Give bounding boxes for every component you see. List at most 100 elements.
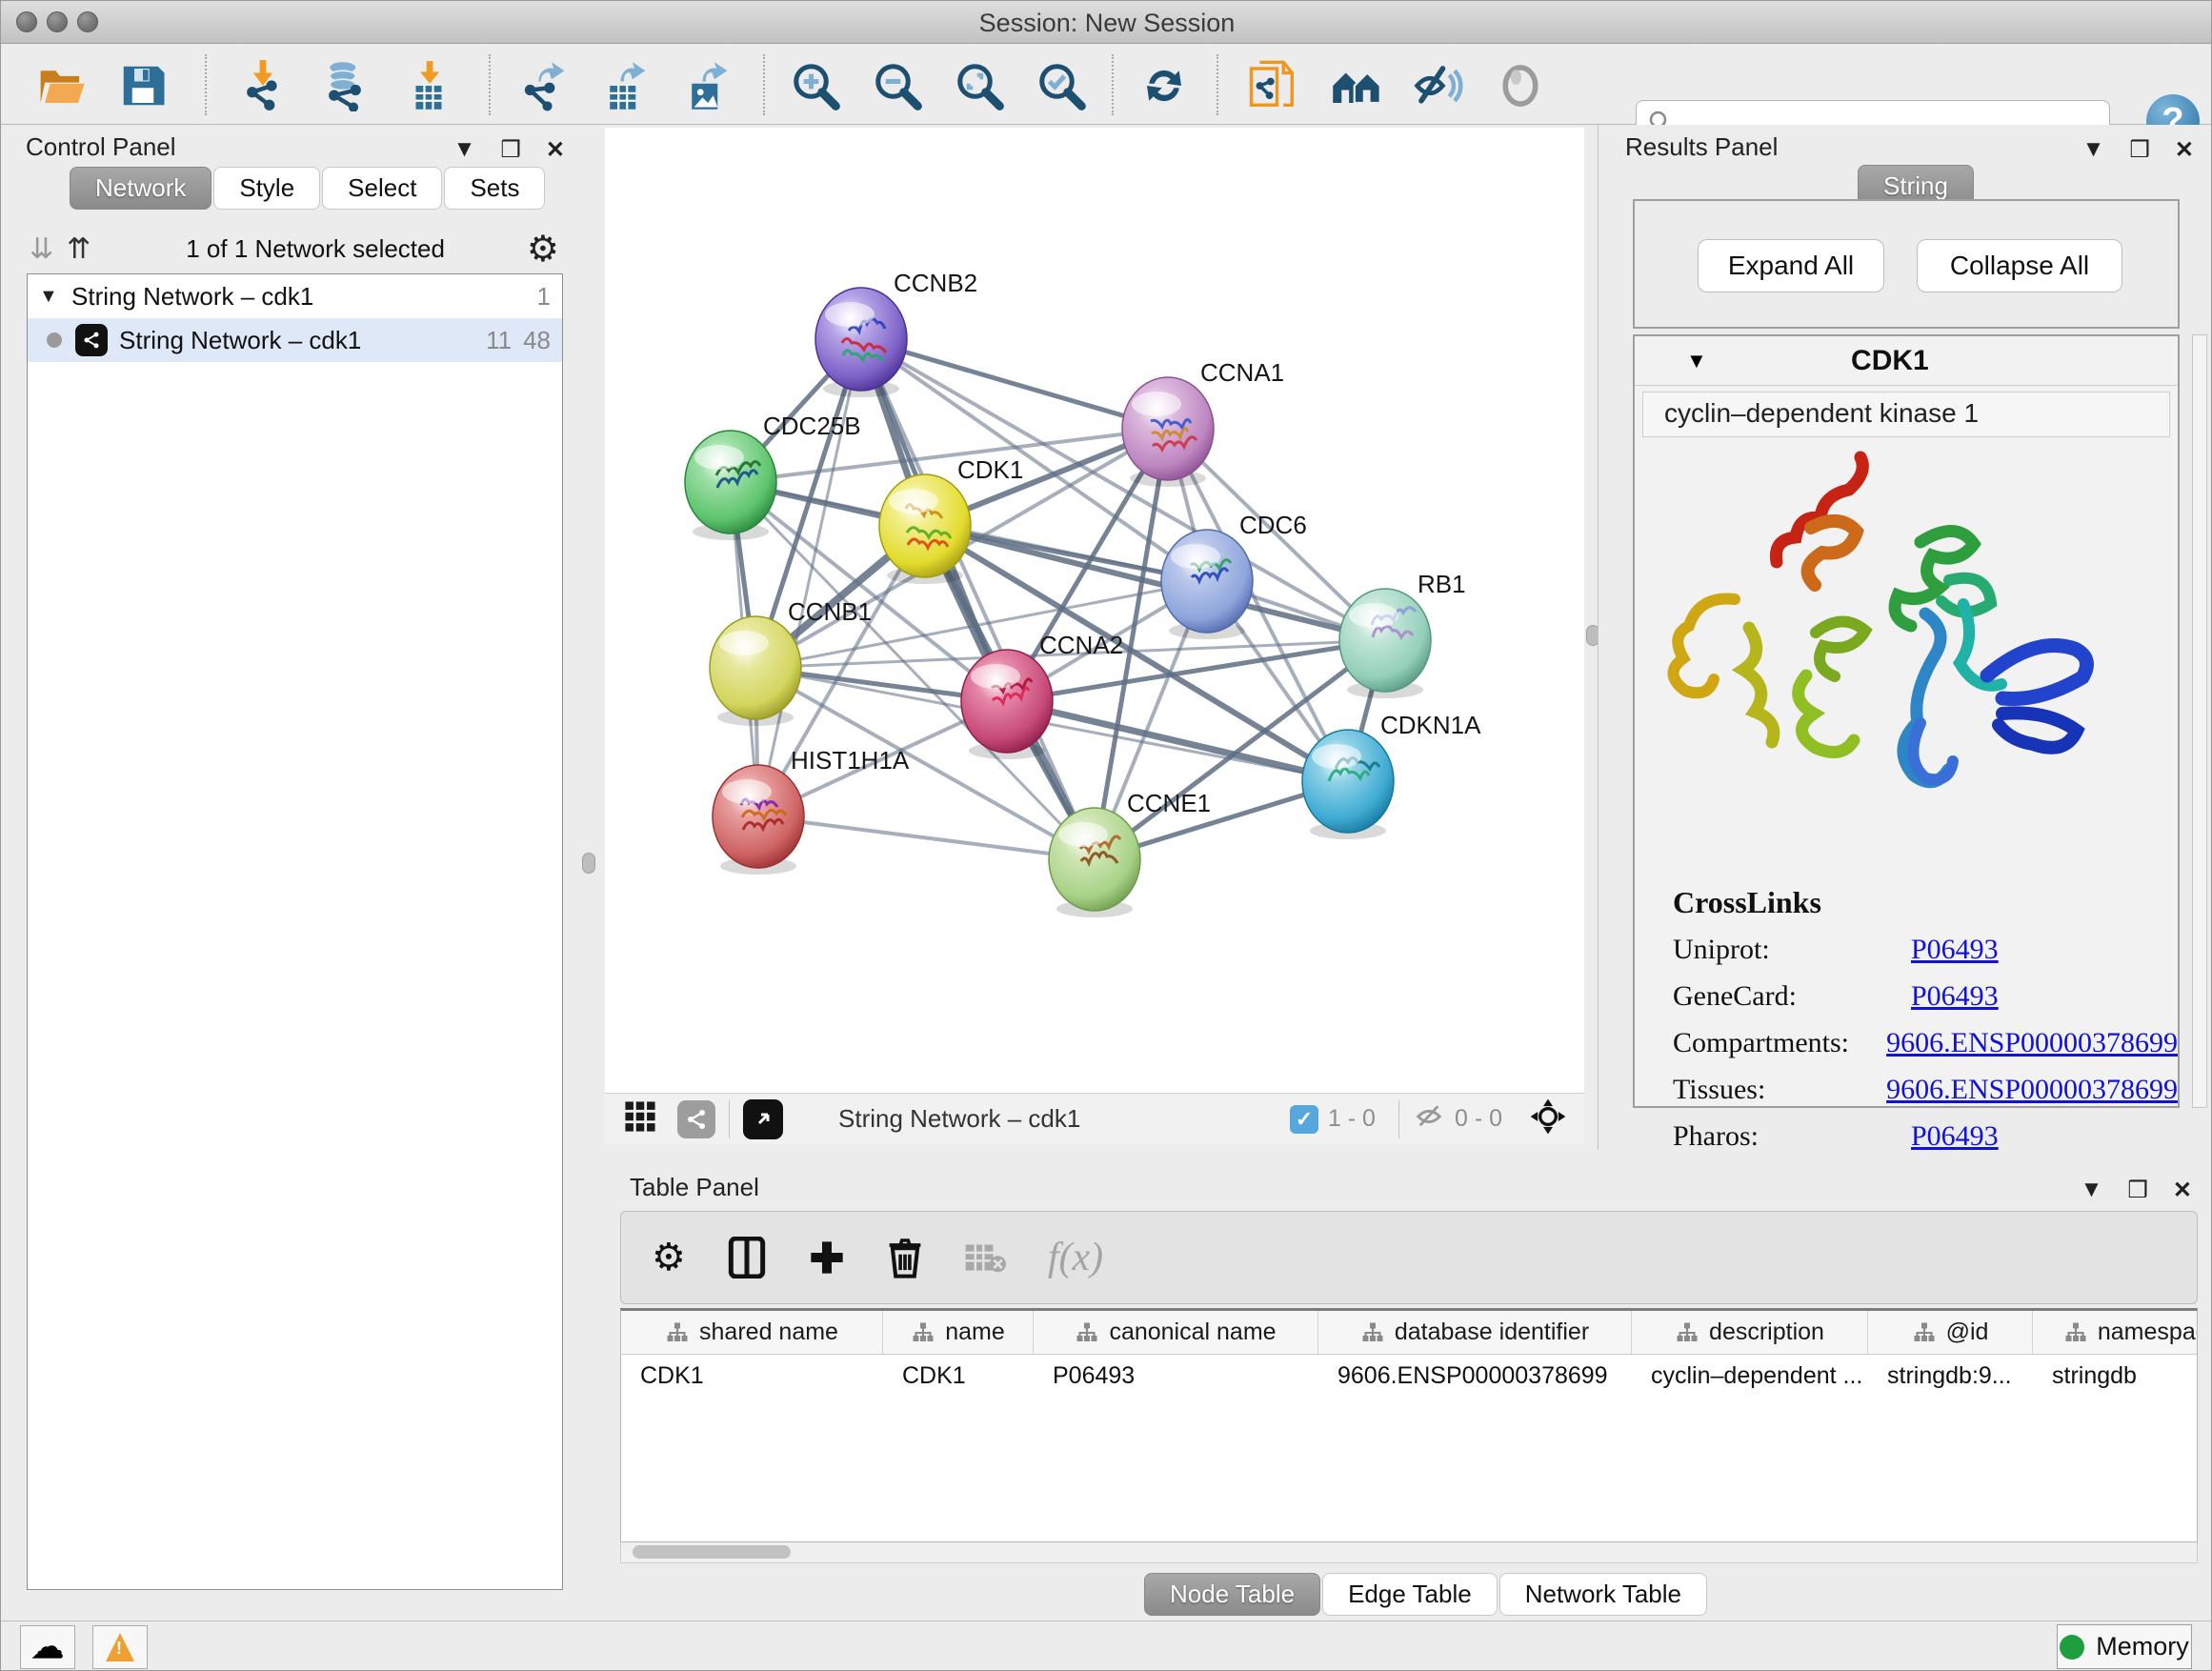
- add-column-icon[interactable]: [808, 1238, 846, 1277]
- network-edge[interactable]: [861, 339, 1095, 859]
- export-table-button[interactable]: [597, 58, 653, 113]
- crosslink-link[interactable]: 9606.ENSP00000378699: [1886, 1074, 2178, 1106]
- table-cell[interactable]: CDK1: [883, 1355, 1034, 1399]
- close-panel-icon[interactable]: ✕: [2173, 1177, 2192, 1204]
- delete-column-trash-icon[interactable]: [888, 1237, 922, 1278]
- float-panel-icon[interactable]: ❒: [2127, 1177, 2148, 1204]
- export-image-button[interactable]: [679, 58, 734, 113]
- crosslink-link[interactable]: P06493: [1911, 980, 1999, 1013]
- network-node[interactable]: CCNA1: [1122, 358, 1284, 487]
- network-row[interactable]: String Network – cdk1 11 48: [28, 318, 562, 362]
- network-edge[interactable]: [1007, 701, 1348, 781]
- tab-edge-table[interactable]: Edge Table: [1322, 1573, 1498, 1616]
- vertical-splitter-handle[interactable]: [582, 853, 595, 874]
- results-scrollbar[interactable]: [2192, 334, 2207, 1108]
- table-header-cell[interactable]: canonical name: [1034, 1311, 1318, 1354]
- network-node[interactable]: CDC25B: [685, 412, 861, 540]
- show-hide-graphic-details-button[interactable]: [1411, 58, 1466, 113]
- table-cell[interactable]: stringdb:9...: [1868, 1355, 2033, 1399]
- network-node[interactable]: CDKN1A: [1302, 711, 1481, 839]
- zoom-out-button[interactable]: [870, 58, 925, 113]
- expand-all-button[interactable]: Expand All: [1698, 239, 1884, 292]
- tab-sets[interactable]: Sets: [444, 167, 545, 210]
- table-row[interactable]: CDK1CDK1P064939606.ENSP00000378699cyclin…: [621, 1355, 2197, 1399]
- table-cell[interactable]: CDK1: [621, 1355, 883, 1399]
- tab-style[interactable]: Style: [213, 167, 320, 210]
- table-header-cell[interactable]: @id: [1868, 1311, 2033, 1354]
- save-session-button[interactable]: [115, 58, 171, 113]
- zoom-in-button[interactable]: [788, 58, 843, 113]
- export-network-button[interactable]: [515, 58, 571, 113]
- collapse-panel-icon[interactable]: ▼: [2082, 136, 2105, 164]
- network-edge[interactable]: [861, 339, 1168, 429]
- close-panel-icon[interactable]: ✕: [546, 136, 565, 164]
- import-table-file-button[interactable]: [401, 58, 456, 113]
- share-document-button[interactable]: [1245, 58, 1300, 113]
- table-horizontal-scrollbar[interactable]: [620, 1542, 2198, 1563]
- collapse-all-icon[interactable]: ⇊: [30, 232, 53, 266]
- collapse-panel-icon[interactable]: ▼: [2081, 1177, 2103, 1204]
- import-network-file-button[interactable]: [235, 58, 291, 113]
- network-graph[interactable]: CCNB2 CCNA1 CDC25B CDK1 CDC6 RB1 CCNB1 C…: [605, 128, 1584, 1093]
- zoom-selected-button[interactable]: [1034, 58, 1089, 113]
- function-builder-icon[interactable]: f(x): [1048, 1235, 1103, 1280]
- disclosure-triangle-icon[interactable]: ▼: [39, 286, 71, 308]
- show-columns-icon[interactable]: [728, 1237, 766, 1278]
- network-node[interactable]: CDK1: [879, 455, 1023, 584]
- import-network-database-button[interactable]: [317, 58, 372, 113]
- node-section-header[interactable]: ▼ CDK1: [1635, 336, 2178, 386]
- scrollbar-thumb[interactable]: [633, 1545, 791, 1559]
- network-node[interactable]: CCNB2: [815, 269, 977, 397]
- close-panel-icon[interactable]: ✕: [2175, 136, 2194, 164]
- network-node[interactable]: RB1: [1339, 570, 1466, 698]
- open-session-button[interactable]: [33, 58, 89, 113]
- crosslink-link[interactable]: P06493: [1911, 934, 1999, 966]
- node-count: 11: [486, 326, 512, 355]
- disclosure-triangle-icon[interactable]: ▼: [1686, 349, 1707, 373]
- table-header-cell[interactable]: name: [883, 1311, 1034, 1354]
- collapse-all-button[interactable]: Collapse All: [1917, 239, 2122, 292]
- table-cell[interactable]: cyclin–dependent ...: [1632, 1355, 1868, 1399]
- grid-view-icon[interactable]: [624, 1100, 656, 1137]
- float-panel-icon[interactable]: ❒: [500, 136, 521, 164]
- table-header-cell[interactable]: shared name: [621, 1311, 883, 1354]
- table-header-cell[interactable]: database identifier: [1318, 1311, 1632, 1354]
- hidden-eye-icon[interactable]: [1413, 1100, 1445, 1137]
- cloud-button[interactable]: ☁: [20, 1625, 75, 1669]
- table-cell[interactable]: 9606.ENSP00000378699: [1318, 1355, 1632, 1399]
- network-edge[interactable]: [758, 816, 1095, 859]
- tab-network[interactable]: Network: [70, 167, 211, 210]
- eye-disabled-button[interactable]: [1493, 58, 1548, 113]
- tab-node-table[interactable]: Node Table: [1144, 1573, 1320, 1616]
- network-collection-row[interactable]: ▼ String Network – cdk1 1: [28, 274, 562, 318]
- gear-icon[interactable]: ⚙: [527, 228, 559, 271]
- float-panel-icon[interactable]: ❒: [2129, 136, 2150, 164]
- tab-network-table[interactable]: Network Table: [1499, 1573, 1707, 1616]
- node-label: CCNB1: [788, 597, 872, 626]
- crosslink-link[interactable]: 9606.ENSP00000378699: [1886, 1027, 2178, 1059]
- home-button[interactable]: [1329, 58, 1384, 113]
- table-cell[interactable]: stringdb: [2033, 1355, 2198, 1399]
- separator: [1398, 1100, 1399, 1138]
- collapse-panel-icon[interactable]: ▼: [453, 136, 476, 164]
- warnings-button[interactable]: [92, 1625, 148, 1669]
- tab-select[interactable]: Select: [322, 167, 442, 210]
- memory-button[interactable]: Memory: [2057, 1624, 2192, 1669]
- network-node[interactable]: CDC6: [1161, 511, 1307, 639]
- expand-all-icon[interactable]: ⇈: [67, 232, 90, 266]
- table-settings-gear-icon[interactable]: ⚙: [652, 1236, 686, 1279]
- crosslink-link[interactable]: P06493: [1911, 1120, 1999, 1153]
- zoom-fit-button[interactable]: [952, 58, 1007, 113]
- delete-table-icon[interactable]: [964, 1240, 1006, 1275]
- collection-count: 1: [537, 282, 551, 312]
- refresh-button[interactable]: [1136, 58, 1192, 113]
- network-view[interactable]: CCNB2 CCNA1 CDC25B CDK1 CDC6 RB1 CCNB1 C…: [605, 128, 1584, 1093]
- table-header-cell[interactable]: namespace: [2033, 1311, 2198, 1354]
- network-share-icon[interactable]: [677, 1100, 715, 1138]
- network-node[interactable]: HIST1H1A: [713, 746, 910, 875]
- table-header-cell[interactable]: description: [1632, 1311, 1868, 1354]
- selected-nodes-checkbox[interactable]: ✓: [1290, 1105, 1318, 1134]
- reposition-crosshair-icon[interactable]: [1529, 1097, 1567, 1140]
- birdseye-view-icon[interactable]: [743, 1099, 783, 1139]
- table-cell[interactable]: P06493: [1034, 1355, 1318, 1399]
